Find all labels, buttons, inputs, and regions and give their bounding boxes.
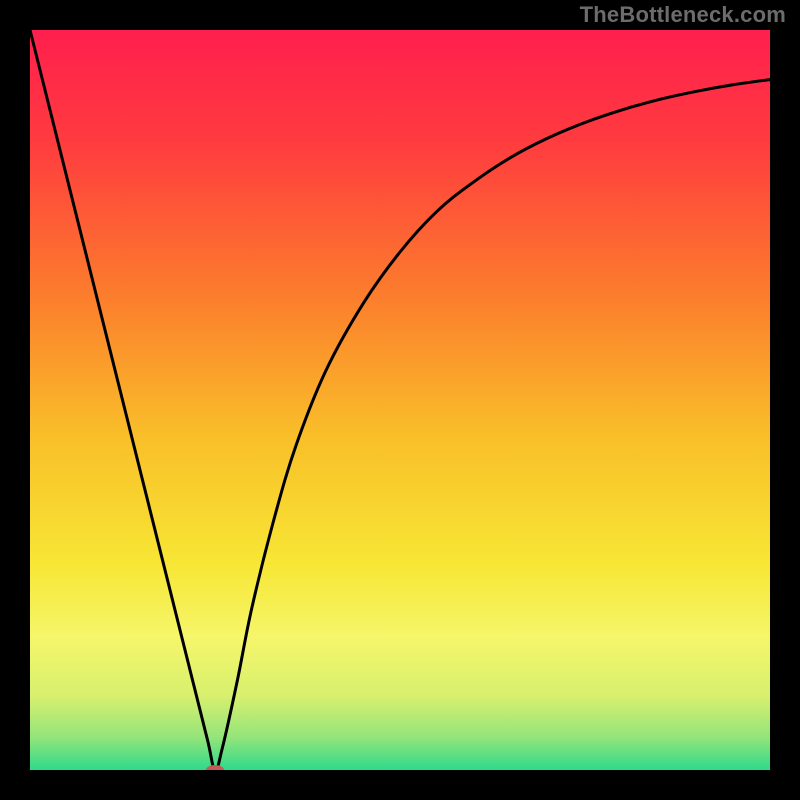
watermark-text: TheBottleneck.com <box>580 2 786 28</box>
gradient-background <box>30 30 770 770</box>
bottleneck-chart <box>30 30 770 770</box>
chart-frame: TheBottleneck.com <box>0 0 800 800</box>
plot-area <box>30 30 770 770</box>
